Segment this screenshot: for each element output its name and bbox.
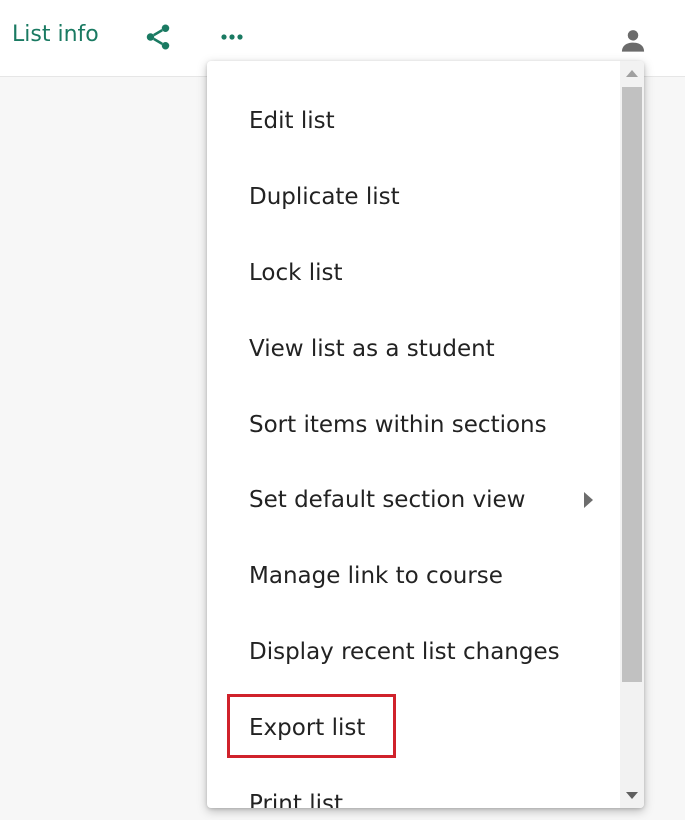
menu-item-manage-course-link[interactable]: Manage link to course [207,538,617,614]
menu-item-label: Duplicate list [249,184,400,210]
menu-item-export-list[interactable]: Export list [207,690,617,766]
menu-item-label: Edit list [249,108,335,134]
menu-item-sort-items[interactable]: Sort items within sections [207,387,617,463]
share-icon[interactable] [143,22,173,52]
user-icon[interactable] [619,26,647,54]
page: List info Edit list Duplicate list Lock … [0,0,685,820]
menu-item-label: Set default section view [249,487,526,513]
actions-dropdown-menu: Edit list Duplicate list Lock list View … [207,61,644,808]
scroll-up-arrow-icon[interactable] [626,70,638,77]
list-info-link[interactable]: List info [12,22,99,47]
menu-item-label: View list as a student [249,336,495,362]
menu-item-label: Print list [249,791,343,808]
menu-item-label: Manage link to course [249,563,503,589]
menu-item-label: Export list [249,715,366,741]
menu-item-label: Sort items within sections [249,412,547,438]
menu-item-duplicate-list[interactable]: Duplicate list [207,159,617,235]
menu-item-label: Display recent list changes [249,639,560,665]
more-horizontal-icon[interactable] [218,30,246,44]
menu-item-edit-list[interactable]: Edit list [207,83,617,159]
chevron-right-icon [584,492,593,508]
menu-item-label: Lock list [249,260,343,286]
scrollbar-thumb[interactable] [622,87,642,682]
scroll-down-arrow-icon[interactable] [626,792,638,799]
menu-item-print-list[interactable]: Print list [207,766,617,808]
menu-item-lock-list[interactable]: Lock list [207,235,617,311]
menu-item-view-as-student[interactable]: View list as a student [207,311,617,387]
menu-item-recent-changes[interactable]: Display recent list changes [207,614,617,690]
menu-scrollbar[interactable] [620,61,644,808]
menu-item-default-section-view[interactable]: Set default section view [207,462,617,538]
